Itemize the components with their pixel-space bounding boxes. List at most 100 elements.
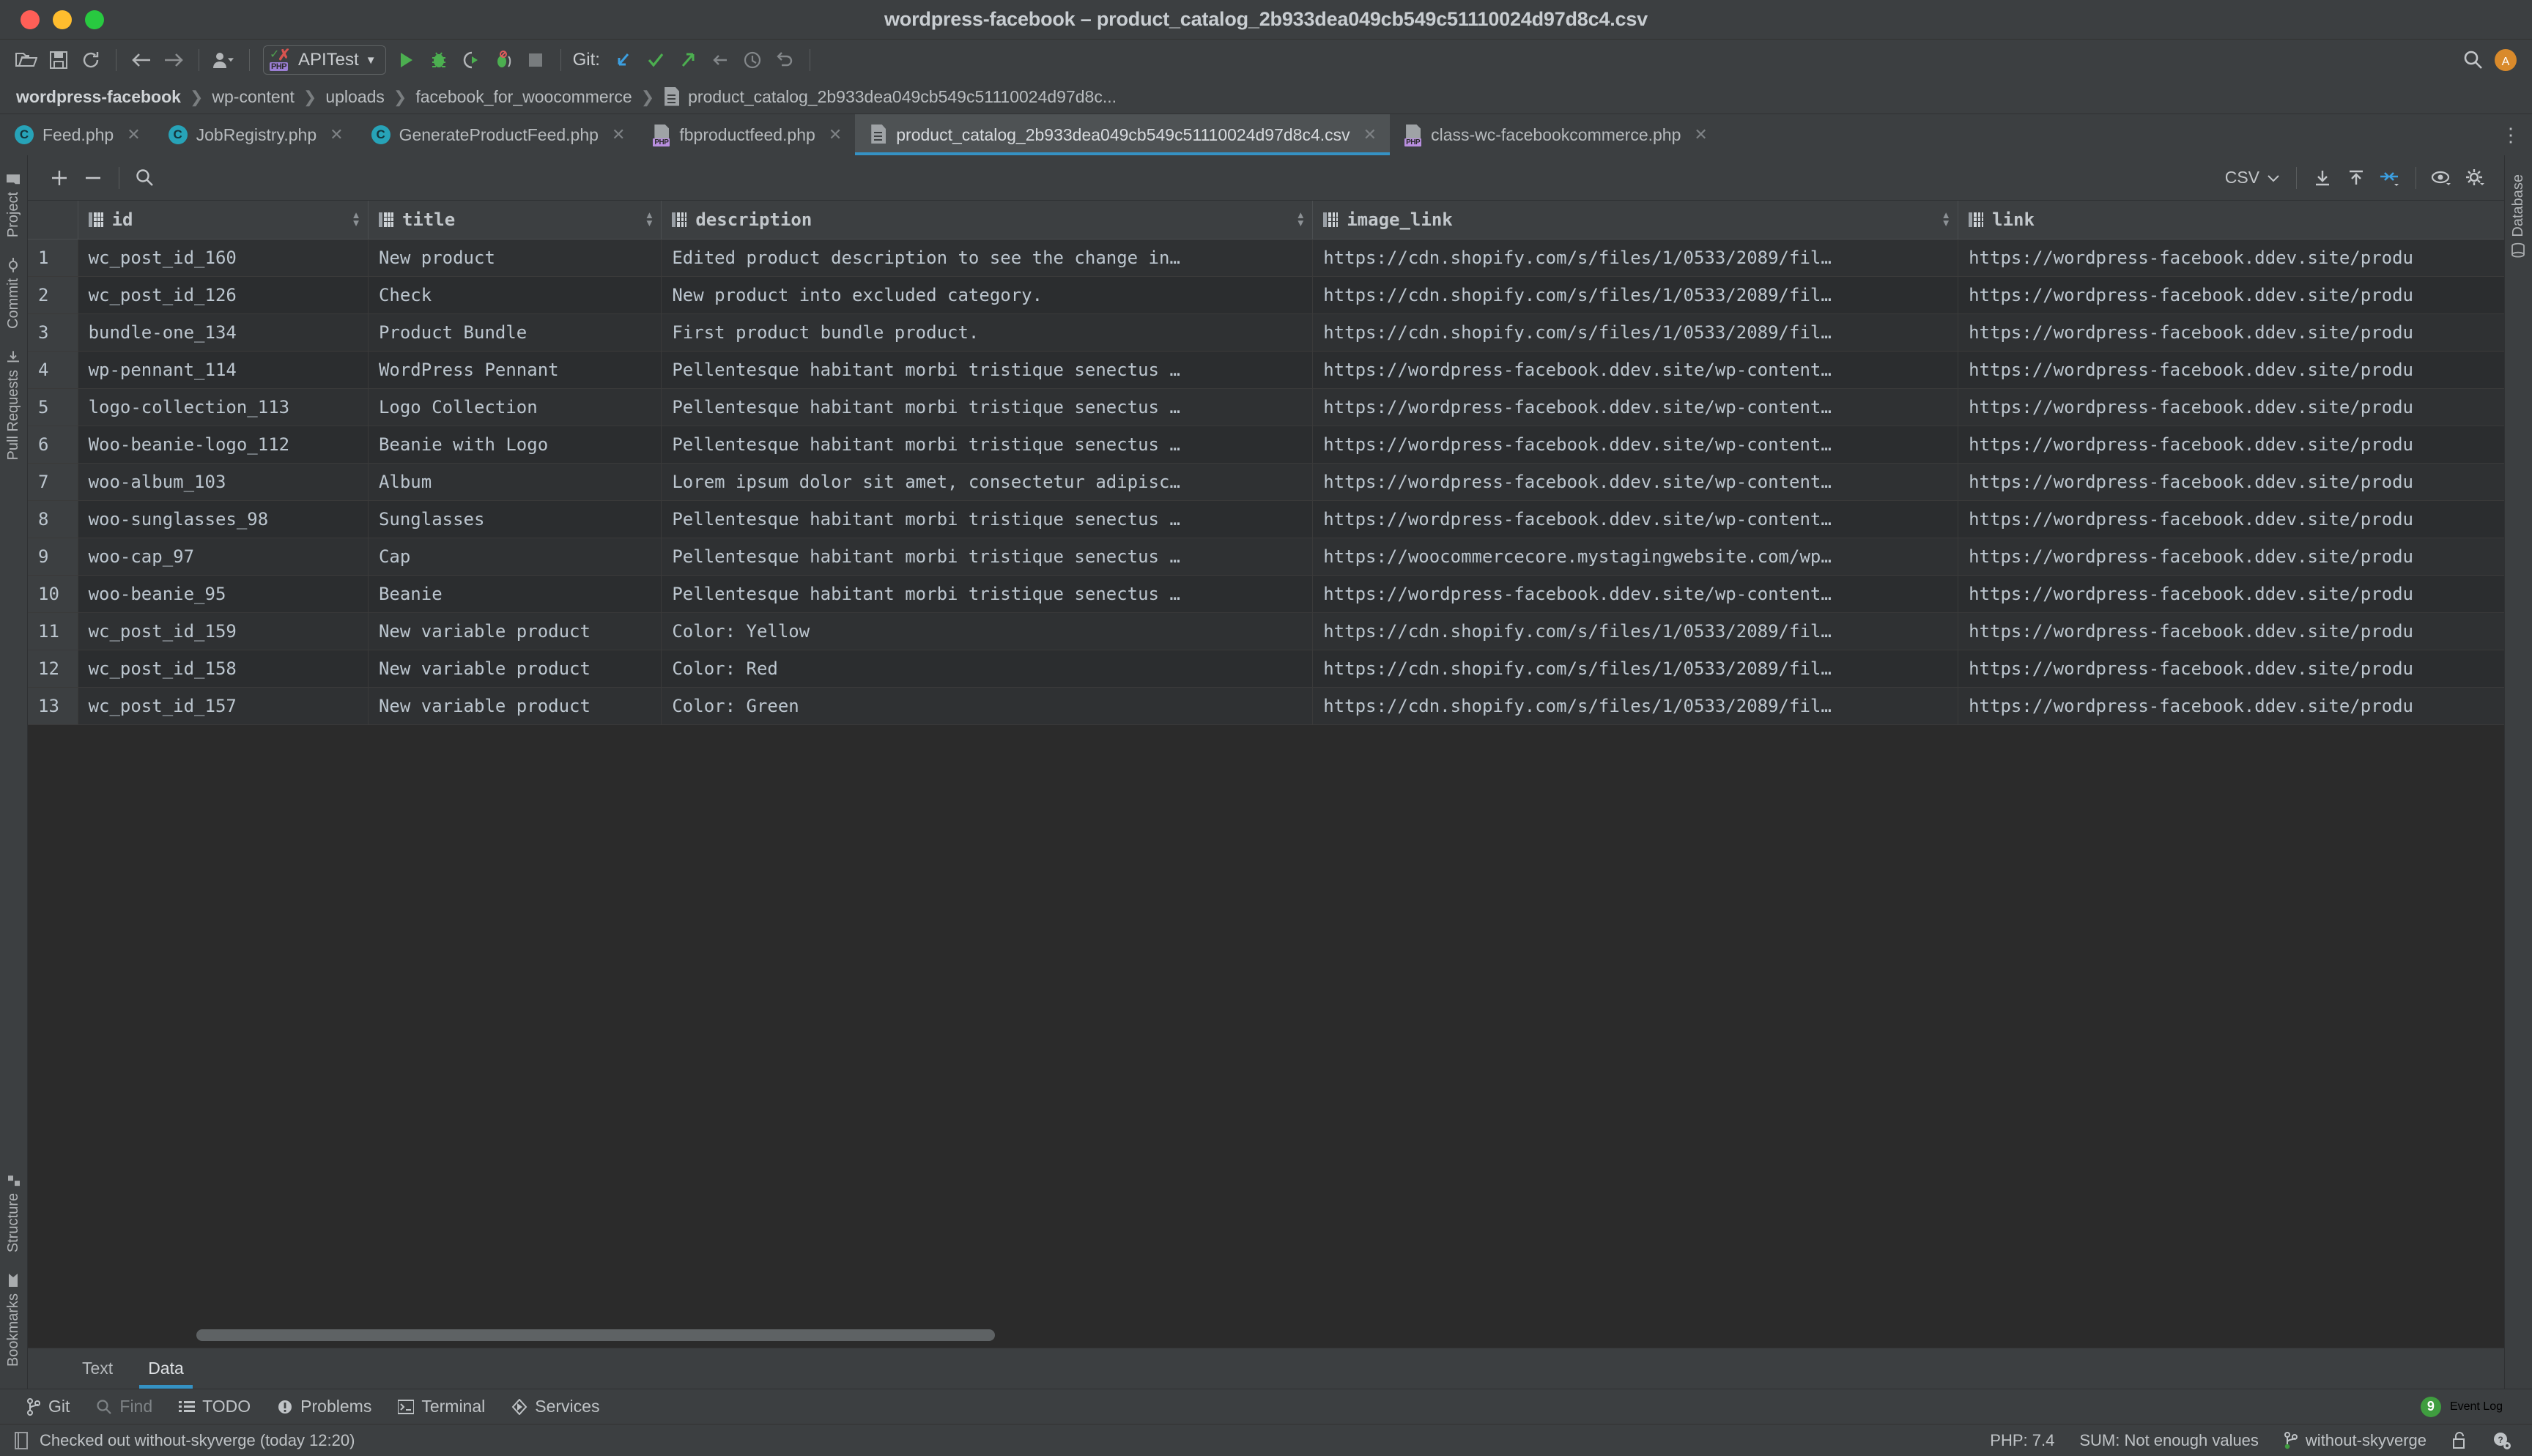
avatar[interactable]: A [2490,44,2522,76]
cell-description[interactable]: New product into excluded category. [661,276,1314,314]
data-grid[interactable]: id ▲ ▼ title ▲ ▼ description ▲ ▼ image_l… [28,201,2504,1323]
cell-description[interactable]: Pellentesque habitant morbi tristique se… [661,575,1314,613]
cell-description[interactable]: Color: Yellow [661,612,1314,650]
row-number[interactable]: 4 [28,351,78,389]
cell-id[interactable]: woo-album_103 [78,463,369,501]
row-number[interactable]: 1 [28,239,78,277]
breadcrumb-item-2[interactable]: uploads [325,87,385,107]
table-row[interactable]: 12 wc_post_id_158 New variable product Colo… [28,650,2504,688]
cell-title[interactable]: Beanie with Logo [368,426,662,464]
sort-toggle-icon[interactable]: ▲ ▼ [353,210,359,228]
search-icon[interactable] [2457,44,2490,76]
cell-link[interactable]: https://wordpress-facebook.ddev.site/pro… [1958,388,2504,426]
cell-image-link[interactable]: https://wordpress-facebook.ddev.site/wp-… [1312,426,1959,464]
transpose-button[interactable] [2373,161,2407,195]
export-data-button[interactable] [2339,161,2373,195]
cell-link[interactable]: https://wordpress-facebook.ddev.site/pro… [1958,426,2504,464]
run-with-coverage-button[interactable] [455,44,487,76]
back-arrow-icon[interactable] [125,44,158,76]
maximize-window-button[interactable] [85,10,104,29]
row-number[interactable]: 11 [28,612,78,650]
close-tab-icon[interactable]: ✕ [1363,125,1377,144]
sidebar-item-structure[interactable]: Structure [5,1174,22,1252]
sidebar-item-database[interactable]: Database [2510,174,2527,258]
sidebar-item-bookmarks[interactable]: Bookmarks [5,1273,22,1367]
close-tab-icon[interactable]: ✕ [330,125,343,144]
table-row[interactable]: 7 woo-album_103 Album Lorem ipsum dolor sit… [28,463,2504,501]
format-selector[interactable]: CSV [2218,168,2287,187]
row-number[interactable]: 9 [28,538,78,576]
cell-id[interactable]: woo-cap_97 [78,538,369,576]
cell-description[interactable]: Pellentesque habitant morbi tristique se… [661,538,1314,576]
sort-toggle-icon[interactable]: ▲ ▼ [647,210,653,228]
push-icon[interactable] [672,44,704,76]
table-row[interactable]: 5 logo-collection_113 Logo Collection Pelle… [28,388,2504,426]
editor-tab-product-catalog-csv[interactable]: product_catalog_2b933dea049cb549c5111002… [855,114,1391,155]
cell-id[interactable]: wc_post_id_157 [78,687,369,725]
row-number[interactable]: 6 [28,426,78,464]
cell-link[interactable]: https://wordpress-facebook.ddev.site/pro… [1958,575,2504,613]
cell-description[interactable]: Edited product description to see the ch… [661,239,1314,277]
cell-description[interactable]: Pellentesque habitant morbi tristique se… [661,388,1314,426]
update-project-icon[interactable] [607,44,640,76]
column-header-title[interactable]: title ▲ ▼ [368,201,662,239]
column-header-image-link[interactable]: image_link ▲ ▼ [1312,201,1959,239]
close-tab-icon[interactable]: ✕ [612,125,625,144]
editor-tab-jobregistry-php[interactable]: C JobRegistry.php ✕ [154,114,357,155]
run-configuration-selector[interactable]: ✓ ✗ PHP APITest ▼ [263,45,386,75]
tool-window-git[interactable]: Git [13,1397,83,1416]
scrollbar-track[interactable] [42,1329,2490,1341]
cell-image-link[interactable]: https://cdn.shopify.com/s/files/1/0533/2… [1312,612,1959,650]
row-number[interactable]: 5 [28,388,78,426]
php-version-indicator[interactable]: PHP: 7.4 [1990,1431,2054,1450]
cell-title[interactable]: Sunglasses [368,500,662,538]
rollback-icon[interactable] [769,44,801,76]
row-number[interactable]: 7 [28,463,78,501]
cell-link[interactable]: https://wordpress-facebook.ddev.site/pro… [1958,500,2504,538]
cell-id[interactable]: wc_post_id_160 [78,239,369,277]
more-tabs-icon[interactable]: ⋮ [2490,114,2532,155]
tool-window-terminal[interactable]: Terminal [385,1397,498,1416]
user-avatar-icon[interactable] [208,44,240,76]
table-row[interactable]: 3 bundle-one_134 Product Bundle First produ… [28,313,2504,352]
close-tab-icon[interactable]: ✕ [1694,125,1707,144]
add-row-button[interactable] [42,161,76,195]
cell-description[interactable]: Color: Red [661,650,1314,688]
stop-button[interactable] [519,44,552,76]
cell-image-link[interactable]: https://woocommercecore.mystagingwebsite… [1312,538,1959,576]
cell-title[interactable]: Beanie [368,575,662,613]
column-header-description[interactable]: description ▲ ▼ [661,201,1314,239]
minimize-window-button[interactable] [53,10,72,29]
unlocked-icon[interactable] [2451,1431,2468,1449]
editor-tab-generateproductfeed-php[interactable]: C GenerateProductFeed.php ✕ [357,114,639,155]
cell-link[interactable]: https://wordpress-facebook.ddev.site/pro… [1958,612,2504,650]
cell-image-link[interactable]: https://wordpress-facebook.ddev.site/wp-… [1312,463,1959,501]
editor-tab-fbproductfeed-php[interactable]: PHP fbproductfeed.php ✕ [638,114,855,155]
import-data-button[interactable] [2306,161,2339,195]
cell-image-link[interactable]: https://cdn.shopify.com/s/files/1/0533/2… [1312,650,1959,688]
row-number[interactable]: 3 [28,313,78,352]
cell-title[interactable]: Check [368,276,662,314]
table-row[interactable]: 8 woo-sunglasses_98 Sunglasses Pellentesque… [28,500,2504,538]
cell-id[interactable]: wc_post_id_158 [78,650,369,688]
breadcrumb-item-4[interactable]: product_catalog_2b933dea049cb549c5111002… [688,87,1117,107]
close-tab-icon[interactable]: ✕ [127,125,140,144]
sidebar-item-commit[interactable]: Commit [5,258,22,329]
row-number[interactable]: 2 [28,276,78,314]
cell-link[interactable]: https://wordpress-facebook.ddev.site/pro… [1958,463,2504,501]
ide-helper-icon[interactable]: ? [2492,1431,2511,1450]
breadcrumb-item-0[interactable]: wordpress-facebook [16,87,181,107]
cell-id[interactable]: woo-beanie_95 [78,575,369,613]
cell-id[interactable]: Woo-beanie-logo_112 [78,426,369,464]
tool-window-services[interactable]: Services [498,1397,612,1416]
row-number[interactable]: 10 [28,575,78,613]
cell-title[interactable]: Product Bundle [368,313,662,352]
cell-title[interactable]: Logo Collection [368,388,662,426]
tool-window-find[interactable]: Find [83,1397,166,1416]
cell-id[interactable]: bundle-one_134 [78,313,369,352]
scrollbar-thumb[interactable] [196,1329,995,1341]
table-row[interactable]: 9 woo-cap_97 Cap Pellentesque habitant morb… [28,538,2504,576]
commit-icon[interactable] [640,44,672,76]
sort-toggle-icon[interactable]: ▲ ▼ [1943,210,1949,228]
cell-title[interactable]: Album [368,463,662,501]
